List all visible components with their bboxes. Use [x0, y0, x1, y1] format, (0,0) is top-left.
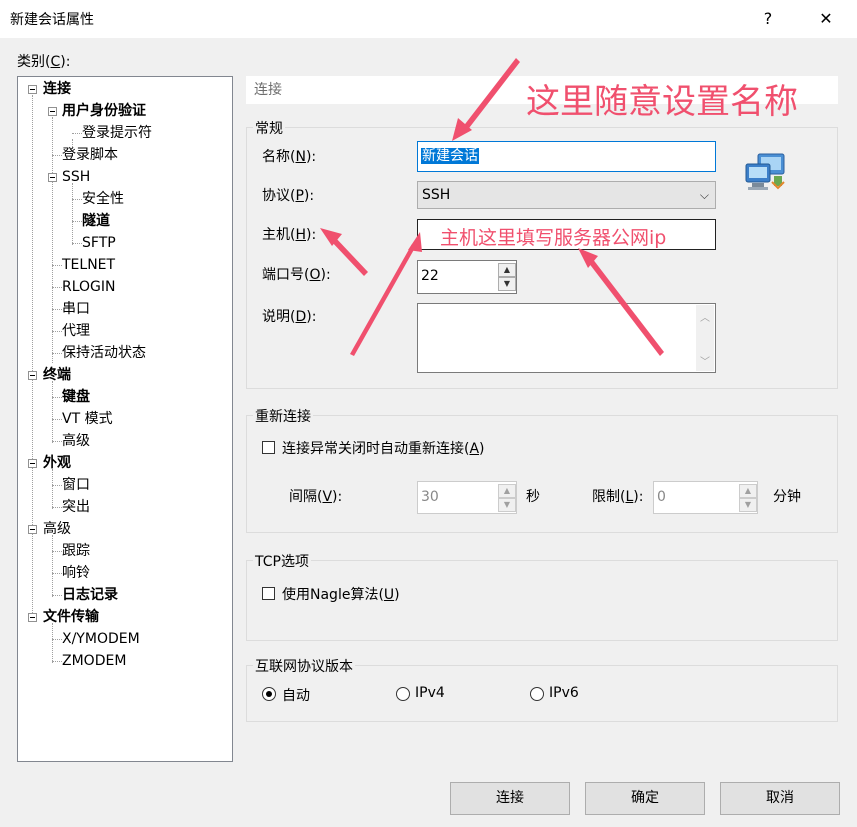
tree-item-terminal-advanced[interactable]: 高级: [62, 431, 90, 451]
interval-down-button[interactable]: ▼: [498, 498, 516, 512]
tcp-group-label: TCP选项: [253, 551, 311, 571]
interval-up-button[interactable]: ▲: [498, 484, 516, 498]
tree-item-serial[interactable]: 串口: [62, 299, 90, 319]
tree-item-telnet[interactable]: TELNET: [62, 255, 115, 275]
chevron-down-icon: ⌵: [699, 188, 709, 202]
nagle-checkbox[interactable]: [262, 587, 275, 600]
tree-item-user-auth[interactable]: 用户身份验证: [62, 101, 146, 121]
tree-item-zmodem[interactable]: ZMODEM: [62, 651, 126, 671]
category-label: 类别(C):: [17, 54, 71, 70]
name-annotation: 这里随意设置名称: [526, 82, 798, 122]
collapse-icon[interactable]: [28, 85, 37, 94]
tree-item-window[interactable]: 窗口: [62, 475, 90, 495]
host-label: 主机(H):: [262, 227, 317, 243]
connect-button[interactable]: 连接: [450, 782, 570, 815]
tree-item-keepalive[interactable]: 保持活动状态: [62, 343, 146, 363]
tree-item-proxy[interactable]: 代理: [62, 321, 90, 341]
collapse-icon[interactable]: [28, 525, 37, 534]
tree-item-trace[interactable]: 跟踪: [62, 541, 90, 561]
tree-item-tunnel[interactable]: 隧道: [82, 211, 110, 231]
auto-reconnect-checkbox[interactable]: [262, 441, 275, 454]
title-bar: 新建会话属性 ? ✕: [0, 0, 857, 38]
tree-item-vt-mode[interactable]: VT 模式: [62, 409, 113, 429]
close-button[interactable]: ✕: [806, 6, 846, 32]
scroll-up-icon[interactable]: ︿: [700, 309, 710, 324]
protocol-label: 协议(P):: [262, 188, 315, 204]
help-button[interactable]: ?: [748, 6, 788, 32]
ip-auto-radio[interactable]: [262, 687, 276, 701]
tree-item-logging[interactable]: 日志记录: [62, 585, 118, 605]
collapse-icon[interactable]: [28, 459, 37, 468]
tree-item-login-prompt[interactable]: 登录提示符: [82, 123, 152, 143]
tree-item-login-script[interactable]: 登录脚本: [62, 145, 118, 165]
category-tree[interactable]: 连接 用户身份验证 登录提示符 登录脚本 SSH 安全性 隧道 SFTP TEL…: [17, 76, 233, 762]
description-input[interactable]: [417, 303, 716, 373]
collapse-icon[interactable]: [28, 613, 37, 622]
nagle-label: 使用Nagle算法(U): [282, 587, 400, 603]
tree-item-rlogin[interactable]: RLOGIN: [62, 277, 116, 297]
tree-item-sftp[interactable]: SFTP: [82, 233, 116, 253]
tree-item-highlight[interactable]: 突出: [62, 497, 90, 517]
collapse-icon[interactable]: [48, 107, 57, 116]
reconnect-group: [246, 415, 838, 533]
tree-item-ssh[interactable]: SSH: [62, 167, 90, 187]
host-annotation: 主机这里填写服务器公网ip: [440, 227, 667, 249]
tree-item-file-transfer[interactable]: 文件传输: [43, 607, 99, 627]
ok-button[interactable]: 确定: [585, 782, 705, 815]
scroll-down-icon[interactable]: ﹀: [700, 353, 710, 368]
window-title: 新建会话属性: [10, 12, 94, 28]
protocol-select[interactable]: SSH ⌵: [417, 181, 716, 209]
limit-up-button[interactable]: ▲: [739, 484, 757, 498]
auto-reconnect-label: 连接异常关闭时自动重新连接(A): [282, 441, 485, 457]
ip-auto-label: 自动: [282, 688, 310, 704]
ipv6-radio[interactable]: [530, 687, 544, 701]
interval-label: 间隔(V):: [289, 489, 343, 505]
port-label: 端口号(O):: [262, 267, 331, 283]
tree-item-connection[interactable]: 连接: [43, 79, 71, 99]
port-down-button[interactable]: ▼: [498, 277, 516, 291]
collapse-icon[interactable]: [28, 371, 37, 380]
cancel-button[interactable]: 取消: [720, 782, 840, 815]
ip-version-group-label: 互联网协议版本: [253, 656, 355, 676]
collapse-icon[interactable]: [48, 173, 57, 182]
limit-down-button[interactable]: ▼: [739, 498, 757, 512]
interval-unit: 秒: [526, 489, 540, 505]
general-group-label: 常规: [253, 118, 285, 138]
session-computer-icon: [744, 152, 788, 192]
reconnect-group-label: 重新连接: [253, 406, 313, 426]
name-label: 名称(N):: [262, 149, 317, 165]
close-icon: ✕: [819, 9, 833, 28]
tree-item-terminal[interactable]: 终端: [43, 365, 71, 385]
tree-item-keyboard[interactable]: 键盘: [62, 387, 90, 407]
ipv6-label: IPv6: [549, 685, 579, 701]
tree-item-appearance[interactable]: 外观: [43, 453, 71, 473]
tree-item-bell[interactable]: 响铃: [62, 563, 90, 583]
name-input[interactable]: 新建会话: [417, 141, 716, 172]
ipv4-radio[interactable]: [396, 687, 410, 701]
port-up-button[interactable]: ▲: [498, 263, 516, 277]
limit-unit: 分钟: [773, 489, 801, 505]
ipv4-label: IPv4: [415, 685, 445, 701]
tree-item-xymodem[interactable]: X/YMODEM: [62, 629, 140, 649]
limit-label: 限制(L):: [592, 489, 644, 505]
description-scrollbar[interactable]: ︿ ﹀: [696, 305, 714, 371]
tree-item-security[interactable]: 安全性: [82, 189, 124, 209]
description-label: 说明(D):: [262, 309, 317, 325]
tree-item-advanced[interactable]: 高级: [43, 519, 71, 539]
